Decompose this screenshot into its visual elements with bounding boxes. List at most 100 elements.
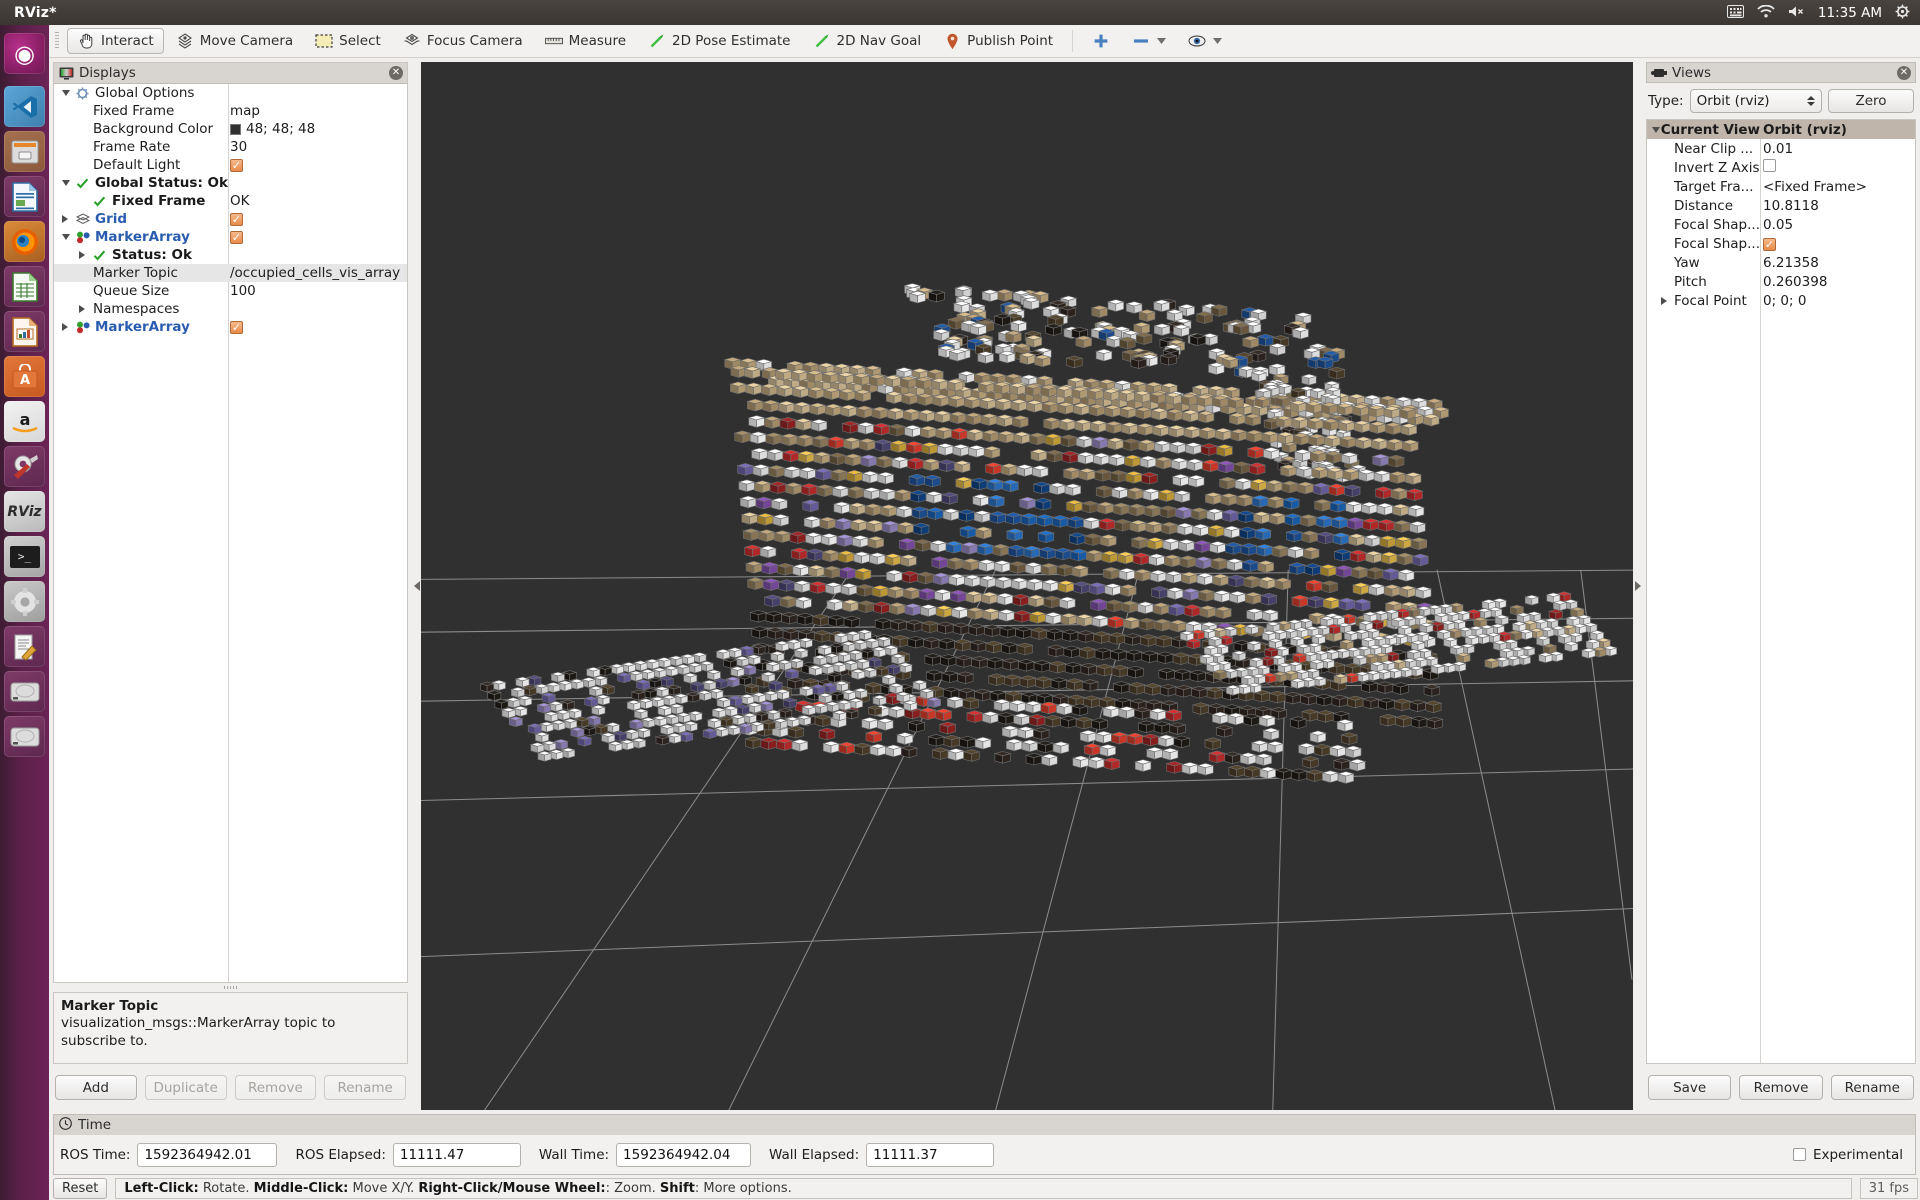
tool-2d-pose-estimate[interactable]: 2D Pose Estimate	[638, 28, 800, 54]
time-field-input-ros-elapsed[interactable]: 11111.47	[392, 1142, 521, 1167]
launcher-item-amazon[interactable]: a	[4, 401, 45, 442]
launcher-item-disk-1[interactable]	[4, 671, 45, 712]
view-row-value-cell[interactable]: 6.21358	[1760, 255, 1915, 271]
value-checkbox[interactable]	[1763, 159, 1776, 172]
time-field-input-ros-time[interactable]: 1592364942.01	[137, 1142, 278, 1167]
displays-splitter[interactable]	[53, 983, 408, 992]
tool-move-camera[interactable]: Move Camera	[166, 28, 303, 54]
experimental-toggle[interactable]: Experimental	[1792, 1147, 1903, 1163]
display-row-value-cell[interactable]: 30	[228, 139, 407, 155]
expander-expand-icon[interactable]	[62, 215, 76, 223]
view-row-value-cell[interactable]: 10.8118	[1760, 198, 1915, 214]
view-row-pitch[interactable]: Pitch 0.260398	[1647, 272, 1915, 291]
rename-view-button[interactable]: Rename	[1830, 1075, 1914, 1100]
save-view-button[interactable]: Save	[1648, 1075, 1732, 1100]
views-current-view-header[interactable]: Current View Orbit (rviz)	[1647, 120, 1915, 139]
experimental-checkbox[interactable]	[1792, 1148, 1806, 1161]
display-row-markerarray[interactable]: MarkerArray ✓	[54, 228, 407, 246]
view-row-value-cell[interactable]: <Fixed Frame>	[1760, 179, 1915, 195]
volume-muted-icon[interactable]	[1788, 5, 1805, 21]
toolbar-drag-handle[interactable]	[53, 32, 61, 50]
display-row-markerarray[interactable]: MarkerArray ✓	[54, 318, 407, 336]
display-row-value-cell[interactable]: ✓	[228, 212, 407, 226]
right-collapse-handle[interactable]	[1633, 62, 1642, 1110]
close-icon[interactable]: ✕	[389, 66, 403, 80]
display-row-value-cell[interactable]: map	[228, 103, 407, 119]
add-tool-button[interactable]	[1082, 28, 1120, 54]
reset-button[interactable]: Reset	[53, 1178, 108, 1199]
display-row-default-light[interactable]: Default Light ✓	[54, 156, 407, 174]
power-gear-icon[interactable]	[1895, 4, 1910, 22]
launcher-item-settings[interactable]	[4, 581, 45, 622]
enable-checkbox[interactable]: ✓	[230, 230, 243, 244]
launcher-item-text-editor[interactable]	[4, 626, 45, 667]
display-row-queue-size[interactable]: Queue Size 100	[54, 282, 407, 300]
launcher-item-rviz[interactable]: RViz	[4, 491, 45, 532]
view-row-value-cell[interactable]: 0.01	[1760, 141, 1915, 157]
add-display-button[interactable]: Add	[55, 1075, 137, 1100]
display-row-grid[interactable]: Grid ✓	[54, 210, 407, 228]
time-field-input-wall-time[interactable]: 1592364942.04	[616, 1142, 752, 1167]
remove-tool-button[interactable]	[1122, 28, 1176, 54]
value-checkbox[interactable]: ✓	[1763, 237, 1776, 251]
zero-button[interactable]: Zero	[1828, 89, 1914, 113]
expander-expand-icon[interactable]	[1661, 296, 1674, 305]
enable-checkbox[interactable]: ✓	[230, 320, 243, 334]
view-row-value-cell[interactable]	[1760, 159, 1915, 176]
displays-tree[interactable]: Global Options Fixed Frame map Background C…	[54, 84, 407, 982]
view-row-value-cell[interactable]: 0; 0; 0	[1760, 293, 1915, 309]
display-row-namespaces[interactable]: Namespaces	[54, 300, 407, 318]
view-row-target-fra[interactable]: Target Fra... <Fixed Frame>	[1647, 177, 1915, 196]
launcher-item-ubuntu-software[interactable]: A	[4, 356, 45, 397]
tool-interact[interactable]: Interact	[67, 28, 164, 54]
display-row-global-options[interactable]: Global Options	[54, 84, 407, 102]
expander-collapse-icon[interactable]	[62, 90, 76, 96]
expander-expand-icon[interactable]	[62, 323, 76, 331]
display-row-value-cell[interactable]: 48; 48; 48	[228, 121, 407, 137]
launcher-item-ubuntu-dash[interactable]: ◉	[4, 33, 45, 74]
launcher-item-system-tools[interactable]	[4, 446, 45, 487]
view-row-value-cell[interactable]: 0.260398	[1760, 274, 1915, 290]
view-row-near-clip[interactable]: Near Clip ... 0.01	[1647, 139, 1915, 158]
expander-expand-icon[interactable]	[79, 251, 93, 259]
display-row-value-cell[interactable]: ✓	[228, 158, 407, 172]
display-row-fixed-frame[interactable]: Fixed Frame map	[54, 102, 407, 120]
wifi-icon[interactable]	[1757, 4, 1775, 21]
display-row-fixed-frame[interactable]: Fixed Frame OK	[54, 192, 407, 210]
display-row-frame-rate[interactable]: Frame Rate 30	[54, 138, 407, 156]
close-icon[interactable]: ✕	[1897, 65, 1911, 80]
remove-view-button[interactable]: Remove	[1739, 1075, 1823, 1100]
launcher-item-vscode[interactable]	[4, 86, 45, 127]
launcher-item-libreoffice-writer[interactable]	[4, 176, 45, 217]
tool-measure[interactable]: Measure	[535, 28, 636, 54]
tool-2d-nav-goal[interactable]: 2D Nav Goal	[803, 28, 932, 54]
launcher-item-firefox[interactable]	[4, 221, 45, 262]
launcher-item-files[interactable]: ▪▪	[4, 131, 45, 172]
display-row-status-ok[interactable]: Status: Ok	[54, 246, 407, 264]
view-row-focal-shap[interactable]: Focal Shap... 0.05	[1647, 215, 1915, 234]
display-row-global-status-ok[interactable]: Global Status: Ok	[54, 174, 407, 192]
expander-collapse-icon[interactable]	[62, 180, 76, 186]
view-row-value-cell[interactable]: ✓	[1760, 236, 1915, 252]
views-tree[interactable]: Current View Orbit (rviz) Near Clip ... 0.0…	[1646, 119, 1916, 1064]
view-row-distance[interactable]: Distance 10.8118	[1647, 196, 1915, 215]
expander-collapse-icon[interactable]	[62, 234, 76, 240]
tool-focus-camera[interactable]: Focus Camera	[393, 28, 533, 54]
view-row-invert-z-axis[interactable]: Invert Z Axis	[1647, 158, 1915, 177]
display-row-background-color[interactable]: Background Color 48; 48; 48	[54, 120, 407, 138]
clock[interactable]: 11:35 AM	[1818, 5, 1882, 21]
time-field-input-wall-elapsed[interactable]: 11111.37	[866, 1142, 995, 1167]
display-row-value-cell[interactable]: 100	[228, 283, 407, 299]
view-type-combobox[interactable]: Orbit (rviz)	[1689, 89, 1822, 113]
launcher-item-disk-2[interactable]	[4, 716, 45, 757]
launcher-item-terminal[interactable]: ▪▪ >_	[4, 536, 45, 577]
left-collapse-handle[interactable]	[412, 62, 421, 1110]
enable-checkbox[interactable]: ✓	[230, 212, 243, 226]
launcher-item-libreoffice-impress[interactable]	[4, 311, 45, 352]
expander-expand-icon[interactable]	[79, 305, 93, 313]
tool-publish-point[interactable]: Publish Point	[933, 28, 1063, 54]
tool-select[interactable]: Select	[305, 28, 391, 54]
visibility-tool-button[interactable]	[1178, 28, 1232, 54]
expander-collapse-icon[interactable]	[1651, 126, 1661, 133]
display-row-value-cell[interactable]: /occupied_cells_vis_array	[228, 265, 407, 281]
